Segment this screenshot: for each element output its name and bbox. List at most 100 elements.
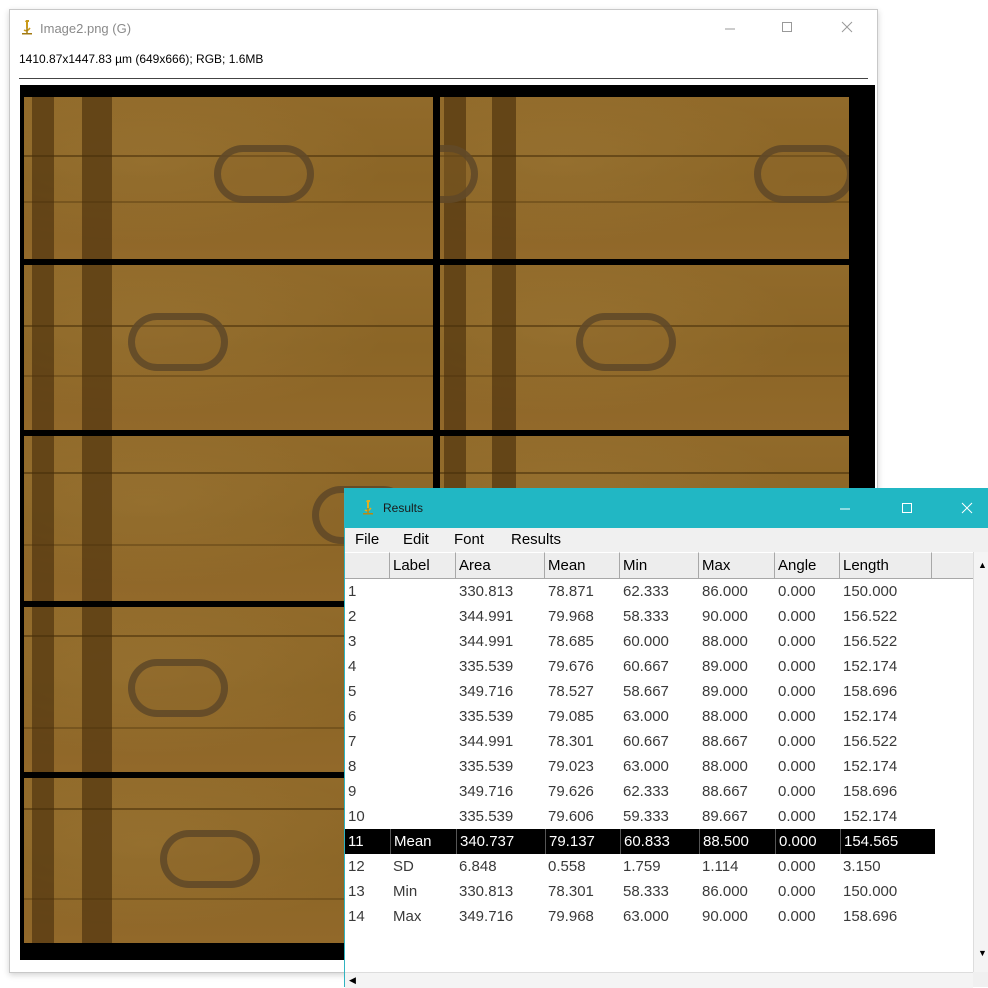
results-maximize-button[interactable]	[887, 495, 927, 521]
scroll-up-icon[interactable]: ▲	[978, 560, 987, 570]
cell-length: 152.174	[843, 708, 898, 725]
divider	[19, 78, 868, 79]
menu-file[interactable]: File	[355, 531, 379, 548]
cell-length: 154.565	[840, 829, 932, 854]
cell-label	[390, 654, 456, 679]
cell-label	[390, 729, 456, 754]
header-angle[interactable]: Angle	[775, 552, 840, 578]
cell-label	[390, 754, 456, 779]
table-row[interactable]: 8 335.539 79.023 63.000 88.000 0.000 152.174	[345, 754, 935, 779]
cell-length: 158.696	[843, 908, 898, 925]
cell-min: 58.333	[623, 883, 669, 900]
header-label[interactable]: Label	[390, 552, 456, 578]
cell-max: 88.667	[702, 733, 748, 750]
image-window-titlebar[interactable]: Image2.png (G)	[10, 10, 877, 42]
results-table[interactable]: Label Area Mean Min Max Angle Length 1 330.813 7…	[345, 552, 973, 972]
table-row[interactable]: 9 349.716 79.626 62.333 88.667 0.000 158.696	[345, 779, 935, 804]
cell-length: 156.522	[843, 633, 898, 650]
table-row[interactable]: 10 335.539 79.606 59.333 89.667 0.000 152.174	[345, 804, 935, 829]
cell-area: 344.991	[459, 633, 514, 650]
header-index[interactable]	[345, 552, 390, 578]
cell-mean: 78.301	[548, 733, 594, 750]
table-row[interactable]: 14 Max 349.716 79.968 63.000 90.000 0.000 158.6…	[345, 904, 935, 929]
vertical-scrollbar[interactable]: ▲ ▼	[973, 552, 988, 972]
cell-angle: 0.000	[778, 883, 816, 900]
header-area[interactable]: Area	[456, 552, 545, 578]
cell-label	[390, 804, 456, 829]
scroll-left-icon[interactable]: ◀	[349, 975, 356, 985]
cell-mean: 79.137	[545, 829, 620, 854]
cell-index: 13	[348, 883, 365, 900]
cell-max: 1.114	[702, 858, 739, 875]
close-button[interactable]	[827, 14, 867, 40]
cell-min: 62.333	[623, 583, 669, 600]
table-row[interactable]: 1 330.813 78.871 62.333 86.000 0.000 150.000	[345, 579, 935, 604]
cell-angle: 0.000	[778, 783, 816, 800]
cell-max: 89.667	[702, 808, 748, 825]
results-close-button[interactable]	[947, 495, 987, 521]
cell-angle: 0.000	[778, 633, 816, 650]
menu-edit[interactable]: Edit	[403, 531, 429, 548]
cell-mean: 79.606	[548, 808, 594, 825]
cell-label	[390, 779, 456, 804]
cell-index: 7	[348, 733, 357, 750]
cell-label: SD	[393, 858, 414, 875]
image-tile	[440, 97, 849, 259]
cell-mean: 78.871	[548, 583, 594, 600]
cell-max: 86.000	[702, 883, 748, 900]
menu-font[interactable]: Font	[454, 531, 484, 548]
microscope-icon	[361, 499, 375, 515]
results-window-titlebar[interactable]: Results	[345, 488, 988, 528]
cell-min: 63.000	[623, 758, 669, 775]
cell-label: Min	[393, 883, 418, 900]
table-row[interactable]: 3 344.991 78.685 60.000 88.000 0.000 156.522	[345, 629, 935, 654]
maximize-button[interactable]	[767, 14, 807, 40]
header-max[interactable]: Max	[699, 552, 775, 578]
cell-index: 1	[348, 583, 357, 600]
cell-index: 6	[348, 708, 357, 725]
cell-area: 344.991	[459, 608, 514, 625]
table-row[interactable]: 11 Mean 340.737 79.137 60.833 88.500 0.000 154.…	[345, 829, 935, 854]
close-icon	[961, 502, 973, 514]
table-row[interactable]: 6 335.539 79.085 63.000 88.000 0.000 152.174	[345, 704, 935, 729]
table-row[interactable]: 4 335.539 79.676 60.667 89.000 0.000 152.174	[345, 654, 935, 679]
cell-mean: 78.527	[548, 683, 594, 700]
maximize-icon	[782, 22, 792, 32]
cell-index: 10	[348, 808, 365, 825]
cell-angle: 0.000	[778, 708, 816, 725]
cell-max: 88.000	[702, 708, 748, 725]
cell-length: 152.174	[843, 658, 898, 675]
table-row[interactable]: 7 344.991 78.301 60.667 88.667 0.000 156.522	[345, 729, 935, 754]
scroll-down-icon[interactable]: ▼	[978, 948, 987, 958]
image-info-line: 1410.87x1447.83 µm (649x666); RGB; 1.6MB	[19, 52, 264, 66]
header-mean[interactable]: Mean	[545, 552, 620, 578]
menu-results[interactable]: Results	[511, 531, 561, 548]
header-length[interactable]: Length	[840, 552, 932, 578]
cell-max: 88.667	[702, 783, 748, 800]
minimize-icon	[840, 508, 850, 510]
cell-min: 60.667	[623, 658, 669, 675]
cell-min: 60.833	[620, 829, 699, 854]
table-row[interactable]: 13 Min 330.813 78.301 58.333 86.000 0.000 150.0…	[345, 879, 935, 904]
cell-length: 158.696	[843, 683, 898, 700]
header-min[interactable]: Min	[620, 552, 699, 578]
results-window[interactable]: Results File Edit Font Results Label Area…	[344, 488, 988, 988]
minimize-button[interactable]	[710, 14, 750, 40]
cell-label: Mean	[390, 829, 456, 854]
cell-area: 6.848	[459, 858, 497, 875]
cell-length: 158.696	[843, 783, 898, 800]
results-minimize-button[interactable]	[825, 495, 865, 521]
cell-angle: 0.000	[778, 808, 816, 825]
table-row[interactable]: 12 SD 6.848 0.558 1.759 1.114 0.000 3.150	[345, 854, 935, 879]
maximize-icon	[902, 503, 912, 513]
cell-index: 8	[348, 758, 357, 775]
cell-min: 60.000	[623, 633, 669, 650]
horizontal-scrollbar[interactable]: ◀	[345, 972, 973, 988]
cell-label	[390, 579, 456, 604]
results-window-title: Results	[383, 501, 424, 515]
cell-mean: 79.085	[548, 708, 594, 725]
cell-min: 1.759	[623, 858, 661, 875]
table-row[interactable]: 2 344.991 79.968 58.333 90.000 0.000 156.522	[345, 604, 935, 629]
cell-area: 330.813	[459, 883, 514, 900]
table-row[interactable]: 5 349.716 78.527 58.667 89.000 0.000 158.696	[345, 679, 935, 704]
